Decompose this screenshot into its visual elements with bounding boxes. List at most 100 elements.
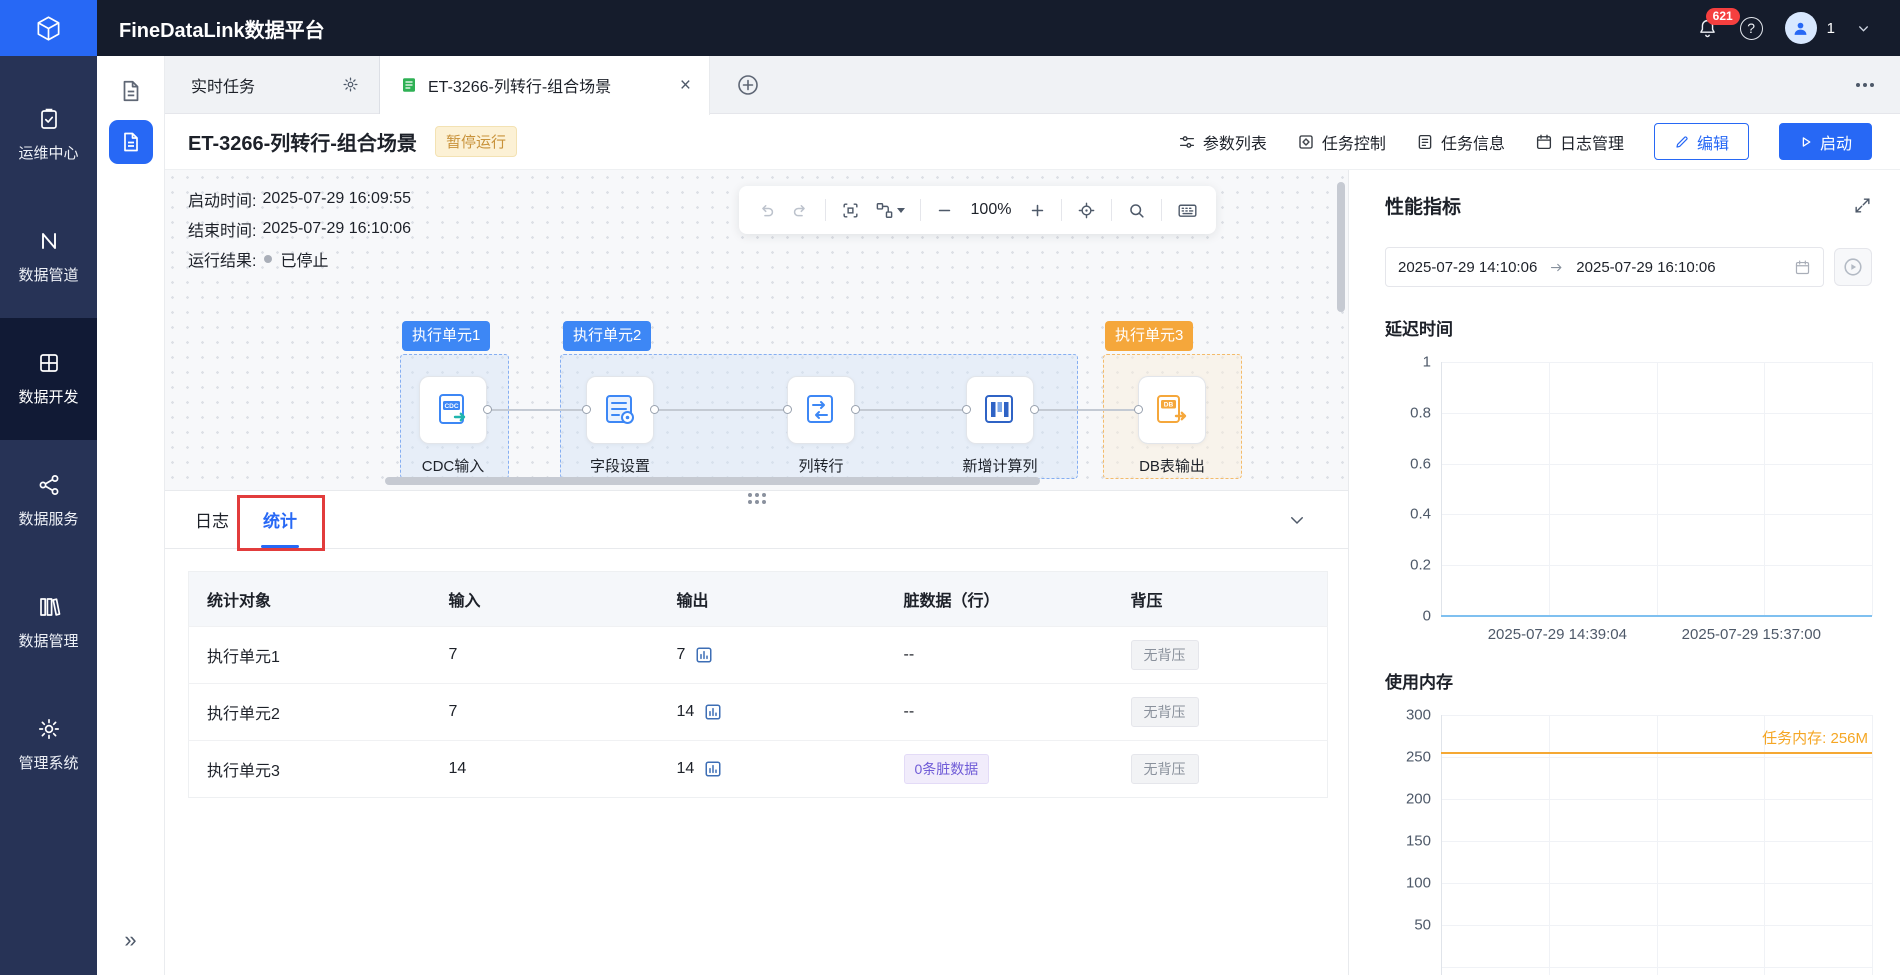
memory-annotation: 任务内存: 256M: [1762, 730, 1868, 747]
sidebar-item-system-mgmt[interactable]: 管理系统: [0, 684, 97, 806]
connector-icon: [875, 201, 894, 220]
group-tag-unit1[interactable]: 执行单元1: [402, 321, 491, 351]
tab-stats[interactable]: 统计: [263, 491, 297, 548]
body-row: 运维中心 数据管道 数据开发 数据服务 数据管理 管理系统 » 实时任务 ET-…: [0, 55, 1900, 975]
port: [582, 405, 591, 414]
sidebar-item-data-service[interactable]: 数据服务: [0, 440, 97, 562]
y-axis-tick: 100: [1405, 874, 1431, 892]
dirty-data-badge[interactable]: 0条脏数据: [903, 754, 990, 784]
backpressure-badge: 无背压: [1130, 697, 1199, 727]
sidebar-item-data-pipeline[interactable]: 数据管道: [0, 196, 97, 318]
edit-button[interactable]: 编辑: [1653, 123, 1749, 160]
tab-logs[interactable]: 日志: [195, 491, 229, 548]
search-icon: [1127, 201, 1146, 220]
x-axis-label: 2025-07-29 14:39:04: [1487, 626, 1628, 643]
person-icon: [1791, 19, 1810, 38]
tab-current-task[interactable]: ET-3266-列转行-组合场景 ×: [380, 55, 710, 115]
plus-circle-icon: [736, 73, 760, 97]
sidebar-item-data-mgmt[interactable]: 数据管理: [0, 562, 97, 684]
panel-drag-handle[interactable]: [747, 493, 766, 504]
tab-label: 实时任务: [191, 78, 256, 96]
node-label: 字段设置: [589, 458, 650, 475]
page-title: ET-3266-列转行-组合场景: [188, 133, 417, 155]
params-list-label: 参数列表: [1202, 135, 1267, 153]
y-axis-tick: 150: [1405, 832, 1431, 850]
tab-stats-label: 统计: [263, 512, 297, 531]
redo-button[interactable]: [791, 201, 810, 220]
task-info-button[interactable]: 任务信息: [1416, 130, 1505, 154]
notifications-button[interactable]: 621: [1697, 7, 1740, 39]
task-list-button[interactable]: [118, 78, 144, 104]
search-button[interactable]: [1127, 201, 1146, 220]
params-list-button[interactable]: 参数列表: [1178, 130, 1267, 154]
panel-expand-button[interactable]: [1853, 196, 1872, 215]
group-tag-unit3[interactable]: 执行单元3: [1105, 321, 1194, 351]
input-cell: 7: [430, 683, 659, 741]
calendar-icon: [1794, 259, 1811, 276]
task-control-button[interactable]: 任务控制: [1297, 130, 1386, 154]
y-axis-tick: 0.8: [1410, 404, 1431, 422]
zoom-in-button[interactable]: [1029, 202, 1046, 219]
help-button[interactable]: ?: [1739, 16, 1763, 40]
memory-series-line: [1441, 752, 1872, 754]
connector-style-button[interactable]: [875, 201, 905, 220]
user-menu-chevron[interactable]: [1857, 22, 1870, 35]
plus-icon: [1029, 202, 1046, 219]
tab-close-button[interactable]: ×: [680, 76, 691, 95]
table-header-cell: 输入: [430, 571, 659, 627]
user-avatar[interactable]: [1784, 12, 1817, 44]
node-cdc-input[interactable]: CDC: [419, 376, 487, 444]
log-management-button[interactable]: 日志管理: [1535, 130, 1624, 154]
date-range-picker[interactable]: 2025-07-29 14:10:06 2025-07-29 16:10:06: [1385, 247, 1824, 287]
backpressure-badge: 无背压: [1130, 640, 1199, 670]
pipeline-icon: [37, 229, 61, 253]
vertical-scrollbar[interactable]: [1337, 182, 1345, 312]
node-field-settings[interactable]: [586, 376, 654, 444]
sliders-icon: [1178, 133, 1196, 151]
date-start: 2025-07-29 14:10:06: [1398, 258, 1538, 276]
output-chart-button[interactable]: [695, 646, 713, 664]
active-task-doc-button[interactable]: [108, 120, 153, 164]
tab-settings-gear-icon[interactable]: [342, 76, 359, 93]
end-time-label: 结束时间:: [188, 223, 257, 240]
sidebar-expand-button[interactable]: »: [124, 927, 136, 953]
flow-canvas[interactable]: 启动时间: 2025-07-29 16:09:55 结束时间: 2025-07-29…: [165, 170, 1348, 490]
redo-icon: [791, 201, 810, 220]
locate-button[interactable]: [1077, 201, 1096, 220]
shortcut-keys-button[interactable]: [1177, 200, 1198, 221]
svg-text:CDC: CDC: [444, 403, 458, 410]
sidebar-item-data-dev[interactable]: 数据开发: [0, 318, 97, 440]
column-to-row-icon: [801, 390, 841, 430]
help-icon: ?: [1747, 20, 1756, 36]
start-button[interactable]: 启动: [1778, 123, 1872, 160]
app-logo[interactable]: [0, 0, 97, 56]
panel-collapse-button[interactable]: [1288, 511, 1306, 529]
output-chart-button[interactable]: [704, 760, 722, 778]
node-column-to-row[interactable]: [787, 376, 855, 444]
backpressure-badge: 无背压: [1130, 754, 1199, 784]
output-chart-button[interactable]: [704, 703, 722, 721]
sidebar-item-ops-center[interactable]: 运维中心: [0, 74, 97, 196]
calendar-icon: [1535, 133, 1553, 151]
refresh-play-button[interactable]: [1834, 248, 1872, 286]
db-output-icon: DB: [1152, 390, 1192, 430]
tabbar-more-button[interactable]: [1856, 82, 1874, 87]
doc-info-icon: [1416, 133, 1434, 151]
sidebar-item-label: 数据开发: [18, 389, 79, 406]
node-db-table-output[interactable]: DB: [1138, 376, 1206, 444]
end-time-value: 2025-07-29 16:10:06: [262, 220, 412, 237]
fit-view-button[interactable]: [841, 201, 860, 220]
y-axis-tick: 300: [1405, 706, 1431, 724]
group-tag-unit2[interactable]: 执行单元2: [563, 321, 652, 351]
table-header-cell: 背压: [1112, 571, 1328, 627]
add-tab-button[interactable]: [736, 73, 760, 97]
latency-series-line: [1441, 615, 1872, 617]
node-label: CDC输入: [421, 458, 485, 475]
tab-realtime-tasks[interactable]: 实时任务: [165, 55, 380, 114]
performance-panel: 性能指标 2025-07-29 14:10:06 2025-07-29 16:1…: [1349, 170, 1900, 975]
horizontal-scrollbar[interactable]: [385, 477, 1040, 485]
zoom-out-button[interactable]: [936, 202, 953, 219]
undo-button[interactable]: [757, 201, 776, 220]
node-add-calc-column[interactable]: [966, 376, 1034, 444]
table-header-row: 统计对象 输入 输出 脏数据（行） 背压: [188, 571, 1328, 627]
